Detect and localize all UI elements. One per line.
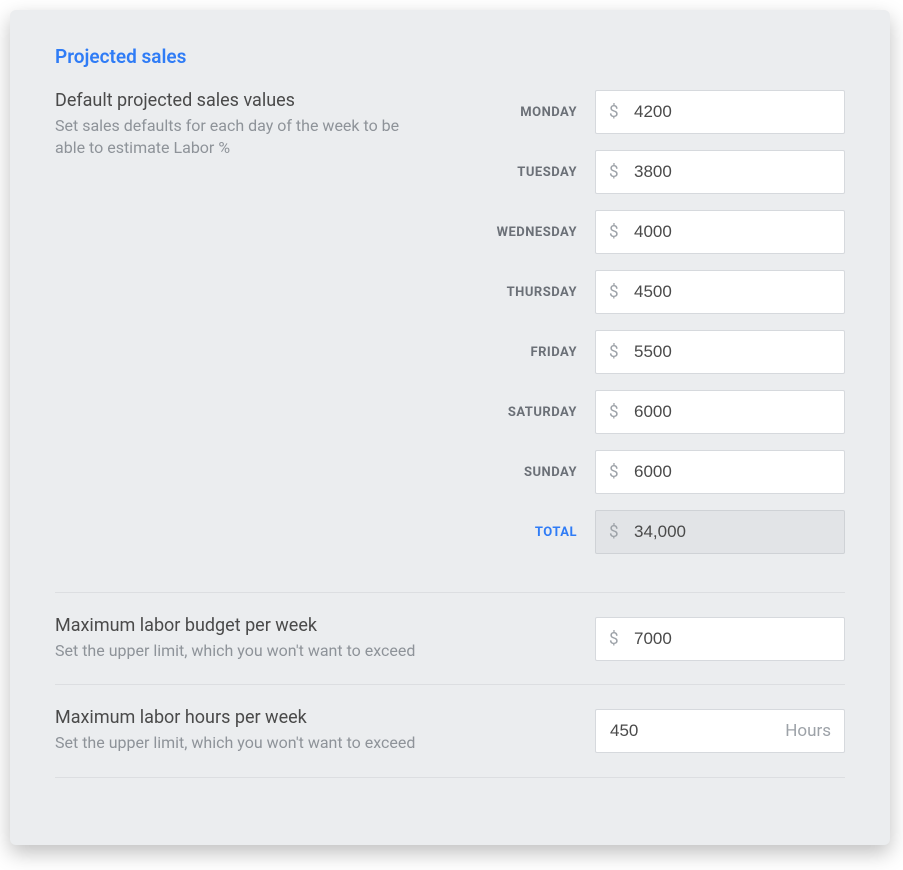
defaults-desc: Set sales defaults for each day of the w… [55,115,425,160]
currency-symbol: $ [609,102,619,122]
day-row-total: TOTAL $ [445,510,845,554]
section-title: Projected sales [55,45,845,68]
labor-hours-row: Maximum labor hours per week Set the upp… [55,707,845,754]
day-label-tuesday: TUESDAY [445,165,595,180]
day-label-thursday: THURSDAY [445,285,595,300]
currency-symbol: $ [609,522,619,542]
day-label-friday: FRIDAY [445,345,595,360]
monday-input[interactable] [595,90,845,134]
wednesday-input[interactable] [595,210,845,254]
day-row-monday: MONDAY $ [445,90,845,134]
labor-budget-desc: Set the upper limit, which you won't wan… [55,640,565,662]
day-label-total: TOTAL [445,525,595,540]
labor-budget-title: Maximum labor budget per week [55,615,565,636]
labor-hours-desc: Set the upper limit, which you won't wan… [55,732,565,754]
day-row-friday: FRIDAY $ [445,330,845,374]
currency-symbol: $ [609,222,619,242]
divider [55,684,845,685]
day-row-tuesday: TUESDAY $ [445,150,845,194]
day-label-saturday: SATURDAY [445,405,595,420]
day-row-wednesday: WEDNESDAY $ [445,210,845,254]
friday-input[interactable] [595,330,845,374]
divider [55,777,845,778]
currency-symbol: $ [609,402,619,422]
total-input [595,510,845,554]
tuesday-input[interactable] [595,150,845,194]
settings-card: Projected sales Default projected sales … [10,10,890,845]
day-row-thursday: THURSDAY $ [445,270,845,314]
defaults-title: Default projected sales values [55,90,425,111]
divider [55,592,845,593]
labor-hours-title: Maximum labor hours per week [55,707,565,728]
labor-budget-row: Maximum labor budget per week Set the up… [55,615,845,662]
day-row-sunday: SUNDAY $ [445,450,845,494]
currency-symbol: $ [609,162,619,182]
saturday-input[interactable] [595,390,845,434]
currency-symbol: $ [609,342,619,362]
sunday-input[interactable] [595,450,845,494]
day-row-saturday: SATURDAY $ [445,390,845,434]
thursday-input[interactable] [595,270,845,314]
day-label-wednesday: WEDNESDAY [445,225,595,240]
labor-budget-input[interactable] [595,617,845,661]
hours-suffix: Hours [785,721,831,741]
currency-symbol: $ [609,462,619,482]
default-sales-row: Default projected sales values Set sales… [55,90,845,570]
currency-symbol: $ [609,629,619,649]
day-label-sunday: SUNDAY [445,465,595,480]
day-label-monday: MONDAY [445,105,595,120]
currency-symbol: $ [609,282,619,302]
